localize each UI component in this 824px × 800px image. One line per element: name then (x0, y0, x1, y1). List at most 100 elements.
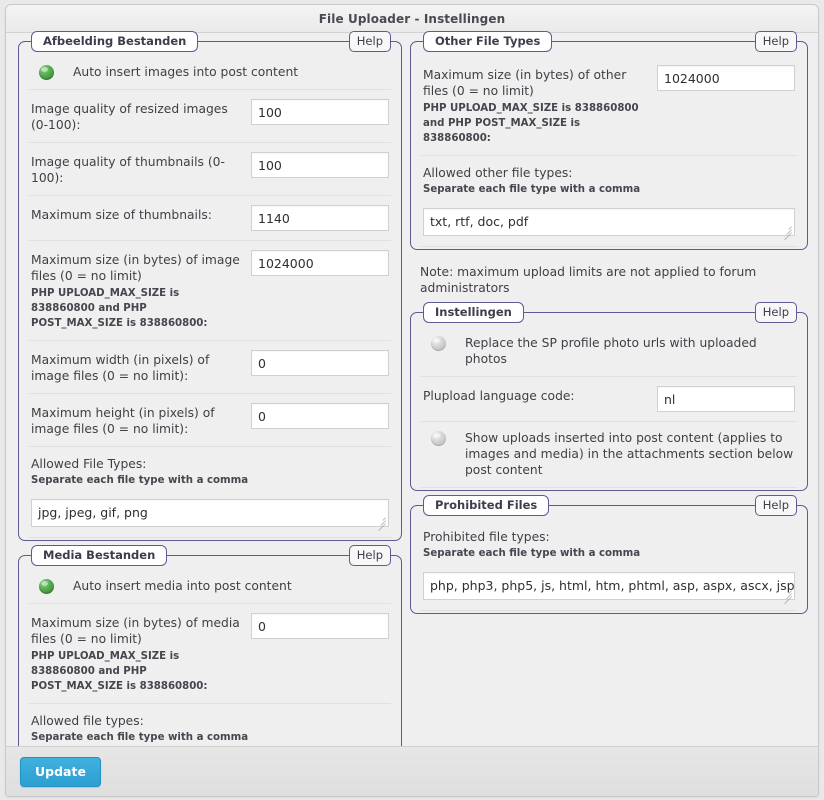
plupload-language-label: Plupload language code: (423, 389, 575, 403)
max-media-bytes-input[interactable] (251, 613, 389, 639)
max-image-width-row: Maximum width (in pixels) of image files… (29, 341, 391, 394)
max-thumb-size-label: Maximum size of thumbnails: (31, 208, 212, 222)
toggle-on-icon[interactable] (39, 579, 54, 594)
max-image-bytes-php-hint: PHP UPLOAD_MAX_SIZE is 838860800 and PHP… (31, 288, 208, 329)
page-title: File Uploader - Instellingen (318, 11, 506, 26)
allowed-media-types-hint: Separate each file type with a comma (31, 732, 249, 743)
panel-image-files-legend: Afbeelding Bestanden (31, 31, 199, 52)
panel-media-files-legend: Media Bestanden (31, 545, 168, 566)
prohibited-types-hint: Separate each file type with a comma (423, 548, 641, 559)
panel-other-file-types-content: Maximum size (in bytes) of other files (… (421, 50, 797, 247)
right-column: Other File Types Help Maximum size (in b… (410, 31, 818, 796)
upload-limits-note: Note: maximum upload limits are not appl… (420, 265, 757, 295)
left-column: Afbeelding Bestanden Help Auto insert im… (6, 31, 410, 796)
settings-window: File Uploader - Instellingen Afbeelding … (5, 4, 819, 797)
plupload-language-row: Plupload language code: (421, 377, 797, 422)
max-image-width-field (251, 350, 389, 376)
panel-other-file-types: Other File Types Help Maximum size (in b… (410, 31, 808, 250)
max-image-height-input[interactable] (251, 403, 389, 429)
help-button-media-files[interactable]: Help (348, 545, 391, 566)
max-media-bytes-label-text: Maximum size (in bytes) of media files (… (31, 616, 240, 646)
max-media-bytes-label: Maximum size (in bytes) of media files (… (31, 613, 251, 694)
help-button-image-files[interactable]: Help (348, 31, 391, 52)
image-quality-resized-row: Image quality of resized images (0-100): (29, 90, 391, 143)
max-other-bytes-input[interactable] (657, 65, 795, 91)
allowed-image-types-textarea[interactable]: jpg, jpeg, gif, png (31, 499, 389, 527)
max-other-bytes-php-hint: PHP UPLOAD_MAX_SIZE is 838860800 and PHP… (423, 103, 639, 144)
settings-columns: Afbeelding Bestanden Help Auto insert im… (6, 31, 818, 796)
toggle-off-icon[interactable] (431, 336, 446, 351)
max-image-width-input[interactable] (251, 350, 389, 376)
max-image-height-label: Maximum height (in pixels) of image file… (31, 406, 215, 436)
max-image-height-field (251, 403, 389, 429)
prohibited-types-title: Prohibited file types: (423, 530, 550, 544)
replace-profile-photo-label: Replace the SP profile photo urls with u… (465, 336, 757, 366)
auto-insert-media-row[interactable]: Auto insert media into post content (29, 570, 391, 604)
max-other-bytes-label: Maximum size (in bytes) of other files (… (423, 65, 657, 146)
allowed-image-types-title: Allowed File Types: (31, 457, 147, 471)
window-body: Afbeelding Bestanden Help Auto insert im… (6, 31, 818, 796)
image-quality-thumbs-row: Image quality of thumbnails (0-100): (29, 143, 391, 196)
max-image-bytes-row: Maximum size (in bytes) of image files (… (29, 241, 391, 341)
max-media-bytes-php-hint: PHP UPLOAD_MAX_SIZE is 838860800 and PHP… (31, 651, 208, 692)
plupload-language-field (657, 386, 795, 412)
image-quality-thumbs-field (251, 152, 389, 178)
max-thumb-size-row: Maximum size of thumbnails: (29, 196, 391, 241)
max-image-bytes-field (251, 250, 389, 276)
allowed-other-types-field: txt, rtf, doc, pdf (423, 208, 795, 241)
auto-insert-images-row[interactable]: Auto insert images into post content (29, 56, 391, 90)
plupload-language-input[interactable] (657, 386, 795, 412)
image-quality-thumbs-label: Image quality of thumbnails (0-100): (31, 155, 225, 185)
allowed-image-types-block: Allowed File Types: Separate each file t… (29, 447, 391, 538)
prohibited-types-block: Prohibited file types: Separate each fil… (421, 520, 797, 611)
max-media-bytes-field (251, 613, 389, 639)
window-titlebar: File Uploader - Instellingen (6, 5, 818, 33)
update-button[interactable]: Update (20, 757, 101, 787)
toggle-on-icon[interactable] (39, 65, 54, 80)
allowed-image-types-hint: Separate each file type with a comma (31, 475, 249, 486)
max-other-bytes-label-text: Maximum size (in bytes) of other files (… (423, 68, 627, 98)
panel-image-files: Afbeelding Bestanden Help Auto insert im… (18, 31, 402, 541)
allowed-media-types-title: Allowed file types: (31, 714, 144, 728)
allowed-other-types-title: Allowed other file types: (423, 166, 573, 180)
panel-prohibited-files-legend: Prohibited Files (423, 495, 550, 516)
image-quality-resized-label: Image quality of resized images (0-100): (31, 102, 228, 132)
footer-bar: Update (6, 746, 818, 796)
panel-other-file-types-legend: Other File Types (423, 31, 553, 52)
allowed-other-types-block: Allowed other file types: Separate each … (421, 156, 797, 247)
max-image-height-row: Maximum height (in pixels) of image file… (29, 394, 391, 447)
panel-settings-legend: Instellingen (423, 302, 524, 323)
help-button-other-file-types[interactable]: Help (754, 31, 797, 52)
show-uploads-row[interactable]: Show uploads inserted into post content … (421, 422, 797, 488)
allowed-image-types-field: jpg, jpeg, gif, png (31, 499, 389, 532)
help-button-settings[interactable]: Help (754, 302, 797, 323)
max-image-width-label: Maximum width (in pixels) of image files… (31, 353, 210, 383)
replace-profile-photo-row[interactable]: Replace the SP profile photo urls with u… (421, 327, 797, 377)
help-button-prohibited-files[interactable]: Help (754, 495, 797, 516)
prohibited-types-field: php, php3, php5, js, html, htm, phtml, a… (423, 572, 795, 605)
allowed-other-types-hint: Separate each file type with a comma (423, 184, 641, 195)
panel-prohibited-files-content: Prohibited file types: Separate each fil… (421, 514, 797, 611)
max-image-bytes-label: Maximum size (in bytes) of image files (… (31, 250, 251, 331)
panel-image-files-content: Auto insert images into post content Ima… (29, 50, 391, 538)
panel-settings: Instellingen Help Replace the SP profile… (410, 302, 808, 491)
image-quality-resized-input[interactable] (251, 99, 389, 125)
panel-settings-content: Replace the SP profile photo urls with u… (421, 321, 797, 488)
max-thumb-size-input[interactable] (251, 205, 389, 231)
image-quality-resized-field (251, 99, 389, 125)
max-media-bytes-row: Maximum size (in bytes) of media files (… (29, 604, 391, 704)
show-uploads-label: Show uploads inserted into post content … (465, 431, 794, 477)
max-other-bytes-field (657, 65, 795, 91)
allowed-other-types-textarea[interactable]: txt, rtf, doc, pdf (423, 208, 795, 236)
auto-insert-media-label: Auto insert media into post content (73, 579, 292, 593)
panel-prohibited-files: Prohibited Files Help Prohibited file ty… (410, 495, 808, 614)
max-image-bytes-input[interactable] (251, 250, 389, 276)
max-other-bytes-row: Maximum size (in bytes) of other files (… (421, 56, 797, 156)
prohibited-types-textarea[interactable]: php, php3, php5, js, html, htm, phtml, a… (423, 572, 795, 600)
auto-insert-images-label: Auto insert images into post content (73, 65, 299, 79)
image-quality-thumbs-input[interactable] (251, 152, 389, 178)
toggle-off-icon[interactable] (431, 431, 446, 446)
page-root: File Uploader - Instellingen Afbeelding … (0, 0, 824, 800)
max-thumb-size-field (251, 205, 389, 231)
max-image-bytes-label-text: Maximum size (in bytes) of image files (… (31, 253, 240, 283)
